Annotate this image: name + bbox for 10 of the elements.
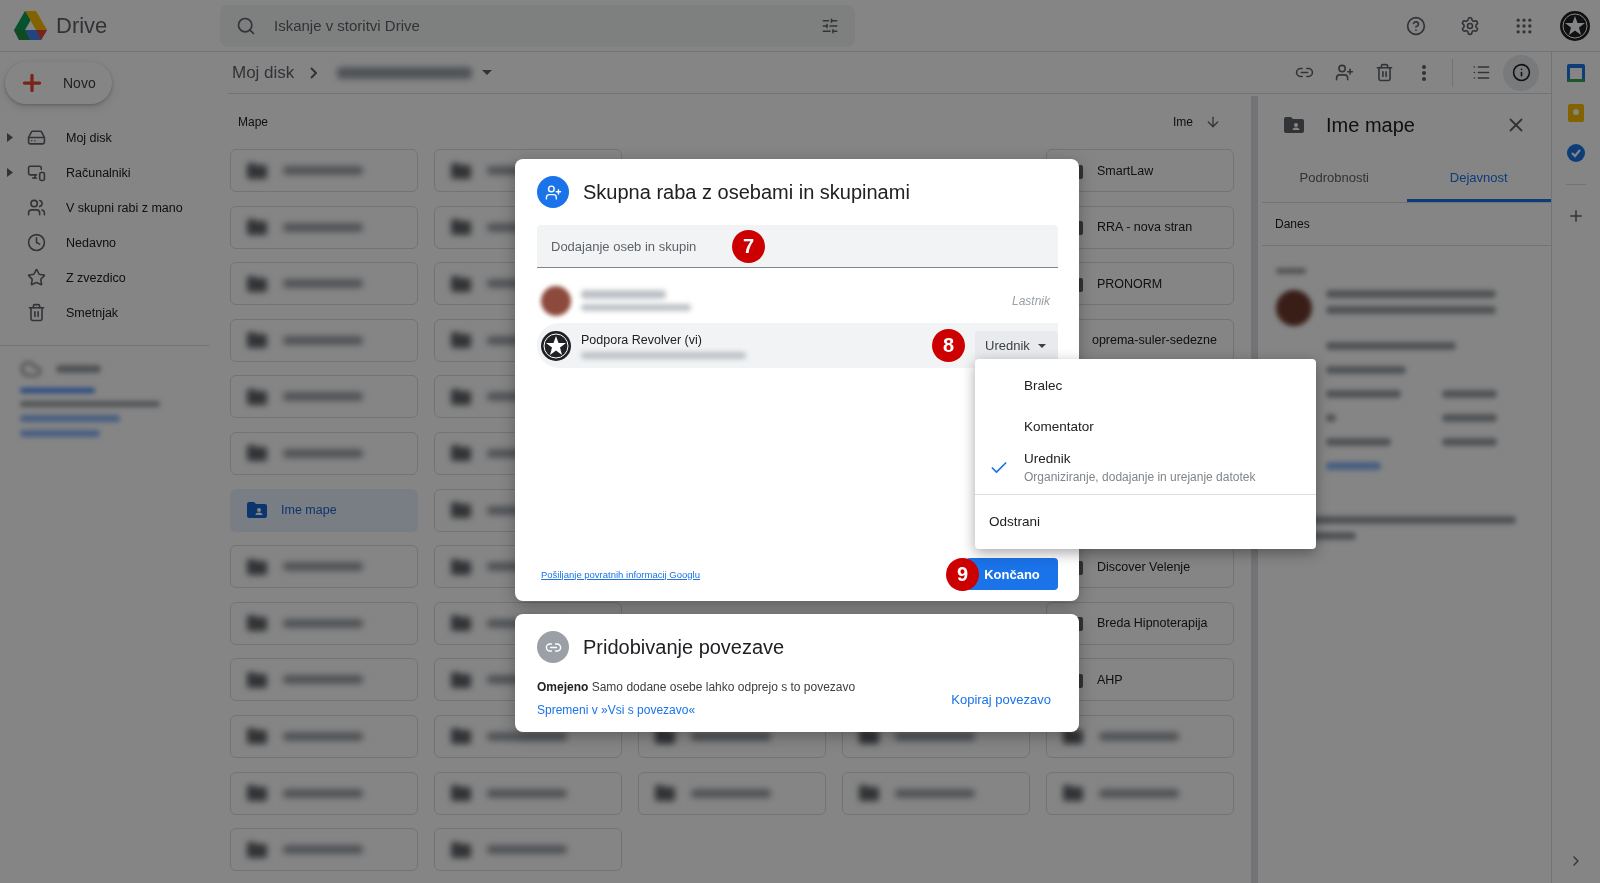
dialog-title: Skupna raba z osebami in skupinami [583,180,910,204]
step-number: 8 [932,329,965,362]
date-heading: Danes [1262,203,1551,246]
step-number: 9 [946,557,979,591]
card-title: Pridobivanje povezave [583,635,785,659]
person-name: Podpora Revolver (vi) [581,332,703,347]
app-name: Drive [56,12,108,39]
panel-title: Ime mape [1326,113,1416,137]
section-heading: Mape [238,114,269,129]
access-description: Omejeno Samo dodane osebe lahko odprejo s to povezavo [537,680,857,694]
